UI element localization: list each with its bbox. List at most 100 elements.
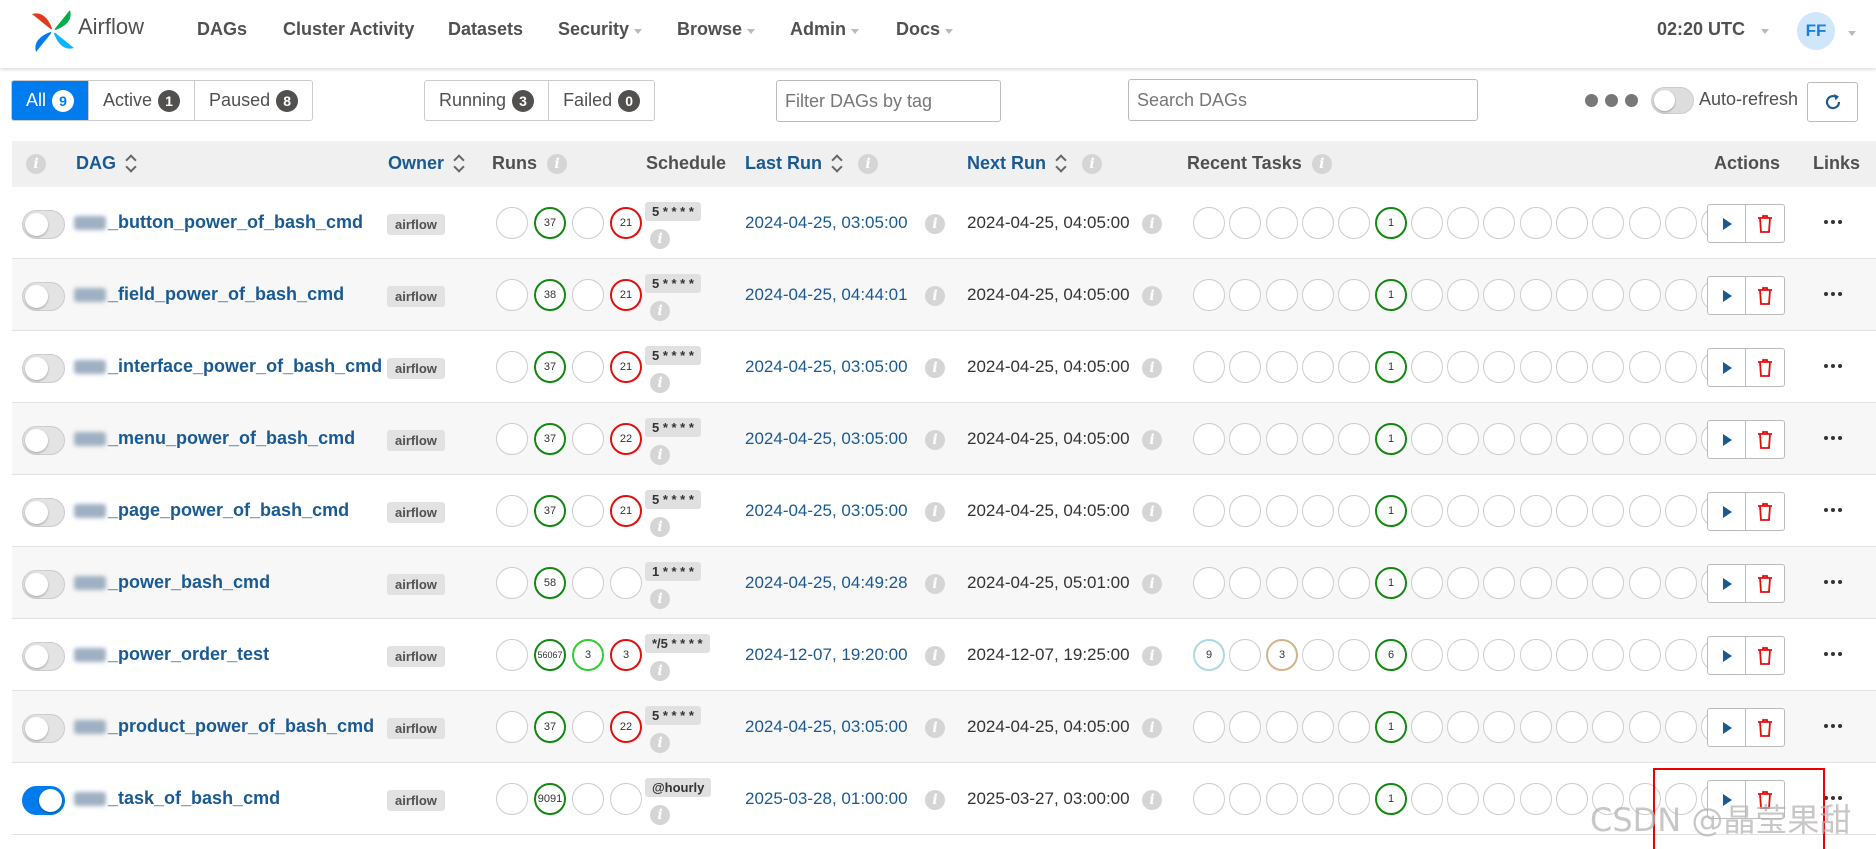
run-state-circle[interactable] <box>496 567 528 599</box>
filter-running-button[interactable]: Running 3 <box>425 81 550 120</box>
task-state-circle[interactable] <box>1411 711 1443 743</box>
task-state-circle[interactable] <box>1520 711 1552 743</box>
task-state-circle[interactable] <box>1193 207 1225 239</box>
info-icon[interactable]: i <box>1142 214 1162 234</box>
delete-dag-button[interactable] <box>1746 493 1784 530</box>
task-state-circle[interactable]: 9 <box>1193 639 1225 671</box>
task-state-circle[interactable] <box>1520 279 1552 311</box>
task-state-circle[interactable] <box>1266 567 1298 599</box>
task-state-circle[interactable] <box>1229 639 1261 671</box>
info-icon[interactable]: i <box>925 430 945 450</box>
task-state-circle[interactable] <box>1193 351 1225 383</box>
task-state-circle[interactable] <box>1629 639 1661 671</box>
task-state-circle[interactable] <box>1447 279 1479 311</box>
run-state-circle[interactable] <box>572 711 604 743</box>
trigger-dag-button[interactable] <box>1708 277 1746 314</box>
task-state-circle[interactable] <box>1411 207 1443 239</box>
more-links-icon[interactable] <box>1824 436 1842 440</box>
col-next-run[interactable]: Next Run i <box>967 153 1103 174</box>
nav-item-browse[interactable]: Browse <box>677 19 756 40</box>
dag-pause-toggle[interactable] <box>22 354 65 383</box>
owner-badge[interactable]: airflow <box>387 430 445 451</box>
run-state-circle[interactable] <box>572 423 604 455</box>
info-icon[interactable]: i <box>1142 718 1162 738</box>
task-state-circle[interactable]: 1 <box>1375 567 1407 599</box>
info-icon[interactable]: i <box>1082 153 1103 174</box>
info-icon[interactable]: i <box>1142 430 1162 450</box>
task-state-circle[interactable] <box>1447 423 1479 455</box>
run-state-circle[interactable] <box>496 351 528 383</box>
run-state-circle[interactable] <box>572 567 604 599</box>
airflow-logo-icon[interactable] <box>28 6 78 56</box>
task-state-circle[interactable] <box>1483 207 1515 239</box>
task-state-circle[interactable] <box>1229 567 1261 599</box>
task-state-circle[interactable] <box>1592 567 1624 599</box>
task-state-circle[interactable] <box>1411 783 1443 815</box>
trigger-dag-button[interactable] <box>1708 493 1746 530</box>
delete-dag-button[interactable] <box>1746 637 1784 674</box>
owner-badge[interactable]: airflow <box>387 646 445 667</box>
task-state-circle[interactable] <box>1338 423 1370 455</box>
run-state-circle[interactable]: 58 <box>534 567 566 599</box>
filter-active-button[interactable]: Active 1 <box>89 81 196 120</box>
info-icon[interactable]: i <box>925 286 945 306</box>
dag-pause-toggle[interactable] <box>22 786 65 815</box>
task-state-circle[interactable] <box>1592 711 1624 743</box>
task-state-circle[interactable] <box>1411 351 1443 383</box>
task-state-circle[interactable] <box>1520 207 1552 239</box>
task-state-circle[interactable] <box>1629 567 1661 599</box>
info-icon[interactable]: i <box>925 718 945 738</box>
delete-dag-button[interactable] <box>1746 709 1784 746</box>
info-icon[interactable]: i <box>1142 646 1162 666</box>
task-state-circle[interactable] <box>1302 423 1334 455</box>
task-state-circle[interactable] <box>1302 567 1334 599</box>
last-run-date[interactable]: 2024-12-07, 19:20:00 <box>745 645 908 665</box>
task-state-circle[interactable] <box>1193 567 1225 599</box>
task-state-circle[interactable] <box>1483 639 1515 671</box>
task-state-circle[interactable] <box>1447 783 1479 815</box>
task-state-circle[interactable]: 1 <box>1375 351 1407 383</box>
more-links-icon[interactable] <box>1824 724 1842 728</box>
task-state-circle[interactable] <box>1229 423 1261 455</box>
task-state-circle[interactable] <box>1338 711 1370 743</box>
task-state-circle[interactable] <box>1338 207 1370 239</box>
task-state-circle[interactable] <box>1483 711 1515 743</box>
task-state-circle[interactable] <box>1193 783 1225 815</box>
task-state-circle[interactable]: 1 <box>1375 207 1407 239</box>
nav-item-dags[interactable]: DAGs <box>197 19 247 40</box>
tag-filter-input[interactable] <box>776 80 1001 122</box>
nav-item-docs[interactable]: Docs <box>896 19 954 40</box>
task-state-circle[interactable] <box>1447 351 1479 383</box>
nav-item-datasets[interactable]: Datasets <box>448 19 523 40</box>
task-state-circle[interactable] <box>1411 567 1443 599</box>
owner-badge[interactable]: airflow <box>387 574 445 595</box>
delete-dag-button[interactable] <box>1746 421 1784 458</box>
run-state-circle[interactable]: 56067 <box>534 639 566 671</box>
task-state-circle[interactable] <box>1483 351 1515 383</box>
run-state-circle[interactable] <box>496 279 528 311</box>
task-state-circle[interactable] <box>1483 423 1515 455</box>
run-state-circle[interactable]: 21 <box>610 351 642 383</box>
task-state-circle[interactable] <box>1520 783 1552 815</box>
task-state-circle[interactable] <box>1629 207 1661 239</box>
task-state-circle[interactable] <box>1229 207 1261 239</box>
task-state-circle[interactable] <box>1665 495 1697 527</box>
task-state-circle[interactable] <box>1629 711 1661 743</box>
run-state-circle[interactable]: 37 <box>534 711 566 743</box>
info-icon[interactable]: i <box>547 153 567 174</box>
task-state-circle[interactable] <box>1302 279 1334 311</box>
task-state-circle[interactable] <box>1520 639 1552 671</box>
task-state-circle[interactable] <box>1592 423 1624 455</box>
task-state-circle[interactable] <box>1229 351 1261 383</box>
task-state-circle[interactable] <box>1520 495 1552 527</box>
task-state-circle[interactable] <box>1592 207 1624 239</box>
task-state-circle[interactable] <box>1411 279 1443 311</box>
run-state-circle[interactable]: 3 <box>572 639 604 671</box>
run-state-circle[interactable]: 9091 <box>534 783 566 815</box>
dag-name-link[interactable]: _product_power_of_bash_cmd <box>74 716 374 737</box>
run-state-circle[interactable]: 38 <box>534 279 566 311</box>
info-icon[interactable]: i <box>650 517 670 537</box>
task-state-circle[interactable]: 1 <box>1375 495 1407 527</box>
task-state-circle[interactable] <box>1229 279 1261 311</box>
more-links-icon[interactable] <box>1824 580 1842 584</box>
